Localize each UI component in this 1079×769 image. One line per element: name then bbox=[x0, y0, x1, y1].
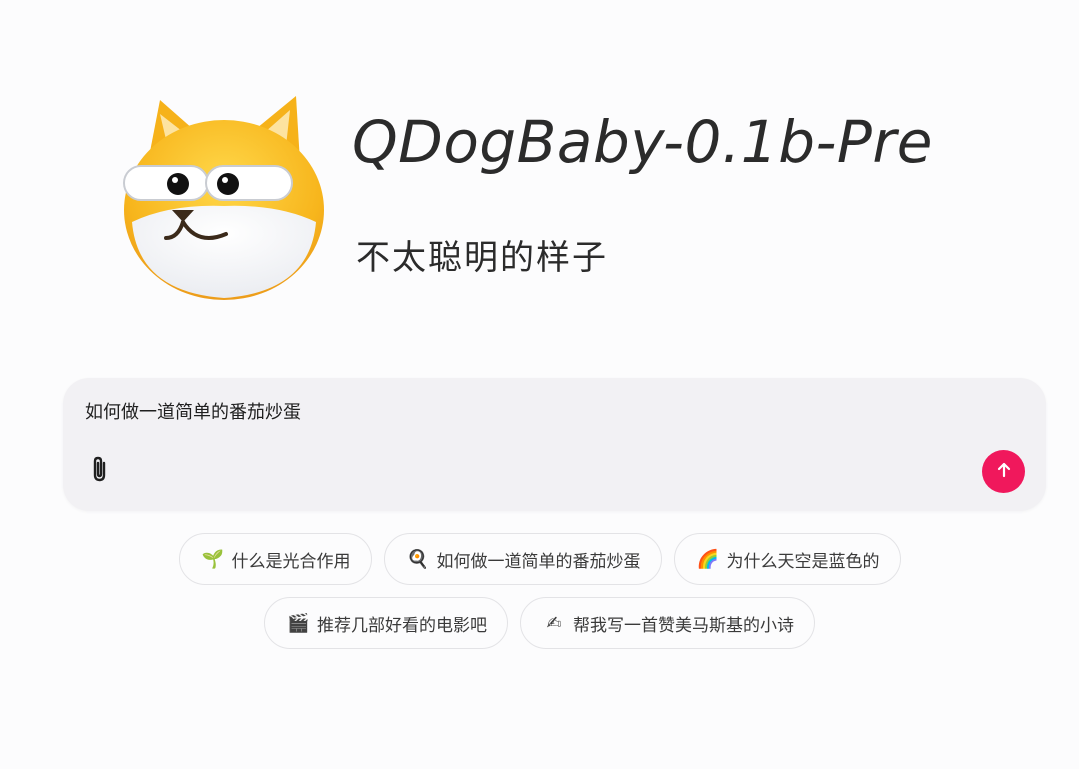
chat-home-page: QDogBaby-0.1b-Pre 不太聪明的样子 如何做一道简单的番茄炒蛋 🌱 bbox=[0, 0, 1079, 769]
suggestion-label: 什么是光合作用 bbox=[231, 551, 351, 572]
message-input[interactable]: 如何做一道简单的番茄炒蛋 bbox=[85, 398, 301, 424]
attach-button[interactable] bbox=[85, 454, 115, 488]
suggestion-row: 🎬 推荐几部好看的电影吧 ✍ 帮我写一首赞美马斯基的小诗 bbox=[0, 597, 1079, 649]
app-title: QDogBaby-0.1b-Pre bbox=[352, 108, 933, 176]
seedling-icon: 🌱 bbox=[201, 548, 224, 570]
suggestion-label: 为什么天空是蓝色的 bbox=[726, 551, 880, 572]
paperclip-icon bbox=[89, 455, 111, 487]
clapper-board-icon: 🎬 bbox=[287, 612, 310, 634]
writing-hand-icon: ✍ bbox=[546, 612, 562, 634]
suggestion-chip-poem[interactable]: ✍ 帮我写一首赞美马斯基的小诗 bbox=[520, 597, 815, 649]
arrow-up-icon bbox=[995, 461, 1013, 483]
suggestion-list: 🌱 什么是光合作用 🍳 如何做一道简单的番茄炒蛋 🌈 为什么天空是蓝色的 🎬 推… bbox=[0, 533, 1079, 661]
suggestion-label: 如何做一道简单的番茄炒蛋 bbox=[436, 551, 641, 572]
suggestion-label: 推荐几部好看的电影吧 bbox=[317, 615, 487, 636]
shiba-mascot-logo bbox=[118, 92, 330, 302]
suggestion-chip-photosynthesis[interactable]: 🌱 什么是光合作用 bbox=[178, 533, 372, 585]
suggestion-chip-tomato-egg[interactable]: 🍳 如何做一道简单的番茄炒蛋 bbox=[383, 533, 662, 585]
suggestion-chip-movies[interactable]: 🎬 推荐几部好看的电影吧 bbox=[264, 597, 508, 649]
message-composer: 如何做一道简单的番茄炒蛋 bbox=[63, 378, 1046, 511]
suggestion-row: 🌱 什么是光合作用 🍳 如何做一道简单的番茄炒蛋 🌈 为什么天空是蓝色的 bbox=[0, 533, 1079, 585]
frying-pan-icon: 🍳 bbox=[406, 548, 429, 570]
suggestion-label: 帮我写一首赞美马斯基的小诗 bbox=[573, 615, 794, 636]
app-subtitle: 不太聪明的样子 bbox=[356, 238, 608, 278]
suggestion-chip-blue-sky[interactable]: 🌈 为什么天空是蓝色的 bbox=[673, 533, 901, 585]
send-button[interactable] bbox=[982, 450, 1025, 493]
rainbow-icon: 🌈 bbox=[696, 548, 719, 570]
